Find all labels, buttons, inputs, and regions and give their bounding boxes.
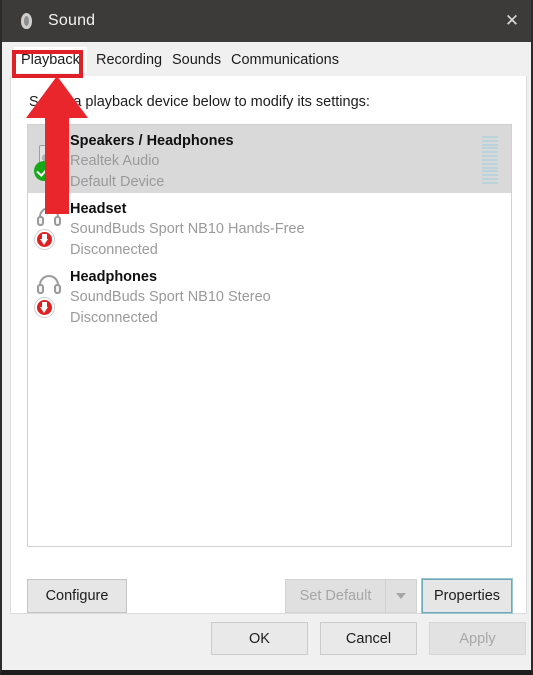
window-title: Sound: [48, 12, 96, 29]
disconnected-icon: [34, 229, 55, 250]
tab-communications[interactable]: Communications: [224, 47, 346, 73]
ok-button[interactable]: OK: [211, 622, 308, 655]
device-status: Disconnected: [70, 242, 158, 258]
disconnected-icon: [34, 297, 55, 318]
configure-button[interactable]: Configure: [27, 579, 127, 613]
device-driver: SoundBuds Sport NB10 Stereo: [70, 289, 271, 305]
tab-strip: Playback Recording Sounds Communications: [2, 42, 531, 76]
device-list-item[interactable]: Headset SoundBuds Sport NB10 Hands-Free …: [28, 193, 511, 261]
device-driver: Realtek Audio: [70, 153, 160, 169]
playback-tab-panel: Select a playback device below to modify…: [10, 76, 527, 614]
device-status: Disconnected: [70, 310, 158, 326]
playback-device-list[interactable]: Speakers / Headphones Realtek Audio Defa…: [27, 124, 512, 547]
device-name: Headset: [70, 201, 127, 217]
device-name: Headphones: [70, 269, 158, 285]
instruction-text: Select a playback device below to modify…: [29, 94, 370, 110]
tab-playback[interactable]: Playback: [14, 47, 87, 73]
tab-recording[interactable]: Recording: [89, 47, 169, 73]
speaker-icon: [16, 11, 36, 31]
device-list-item[interactable]: Speakers / Headphones Realtek Audio Defa…: [28, 125, 511, 193]
title-bar: Sound ✕: [2, 0, 531, 42]
speaker-icon: [33, 137, 65, 181]
sound-dialog-window: Sound ✕ Playback Recording Sounds Commun…: [0, 0, 533, 675]
device-driver: SoundBuds Sport NB10 Hands-Free: [70, 221, 305, 237]
volume-meter: [482, 136, 498, 184]
properties-button[interactable]: Properties: [421, 578, 513, 614]
headphones-icon: [33, 205, 65, 250]
set-default-button[interactable]: Set Default: [285, 579, 385, 613]
tab-sounds[interactable]: Sounds: [165, 47, 228, 73]
cancel-button[interactable]: Cancel: [320, 622, 417, 655]
device-name: Speakers / Headphones: [70, 133, 234, 149]
headphones-icon: [33, 273, 65, 318]
chevron-down-icon[interactable]: [385, 579, 417, 613]
device-status: Default Device: [70, 174, 165, 190]
default-device-check-icon: [34, 161, 54, 181]
close-icon[interactable]: ✕: [489, 0, 531, 42]
device-list-item[interactable]: Headphones SoundBuds Sport NB10 Stereo D…: [28, 261, 511, 329]
apply-button[interactable]: Apply: [429, 622, 526, 655]
